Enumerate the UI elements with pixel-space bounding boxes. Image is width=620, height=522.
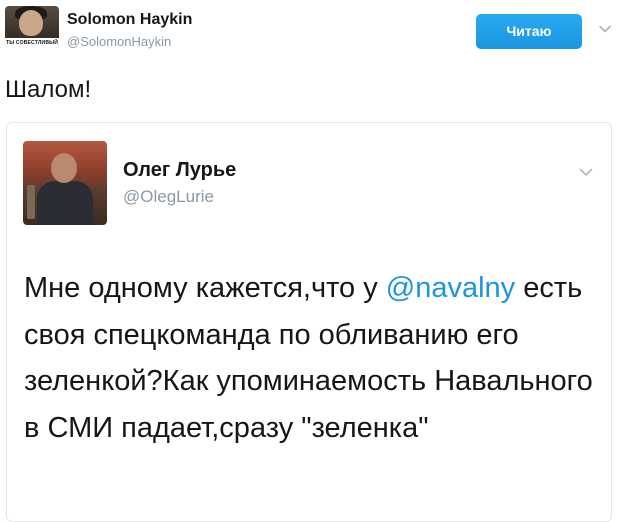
quoted-text-start: Мне одному кажется,что у — [24, 272, 386, 304]
quoted-author-name[interactable]: Олег Лурье — [123, 159, 236, 182]
mention-link[interactable]: @navalny — [386, 272, 515, 304]
quoted-tweet-text: Мне одному кажется,что у @navalny есть с… — [24, 265, 604, 451]
avatar-caption: ТЫ СОВЕСТЛИВЫЙ — [5, 38, 59, 48]
author-name[interactable]: Solomon Haykin — [67, 11, 192, 29]
avatar-body — [37, 181, 93, 225]
author-handle[interactable]: @SolomonHaykin — [67, 34, 171, 49]
quoted-author-handle[interactable]: @OlegLurie — [123, 187, 214, 207]
chevron-down-icon[interactable] — [598, 22, 612, 36]
author-avatar[interactable]: ТЫ СОВЕСТЛИВЫЙ — [5, 6, 59, 48]
tweet-header: ТЫ СОВЕСТЛИВЫЙ Solomon Haykin @SolomonHa… — [5, 4, 615, 50]
tweet-text: Шалом! — [5, 76, 92, 103]
avatar-bottle — [27, 185, 35, 219]
chevron-down-icon[interactable] — [578, 164, 594, 180]
quoted-author-avatar[interactable] — [23, 141, 107, 225]
avatar-face — [19, 10, 43, 36]
quoted-tweet-card[interactable]: Олег Лурье @OlegLurie Мне одному кажется… — [6, 122, 612, 522]
avatar-face — [51, 153, 77, 183]
follow-button[interactable]: Читаю — [476, 14, 582, 49]
